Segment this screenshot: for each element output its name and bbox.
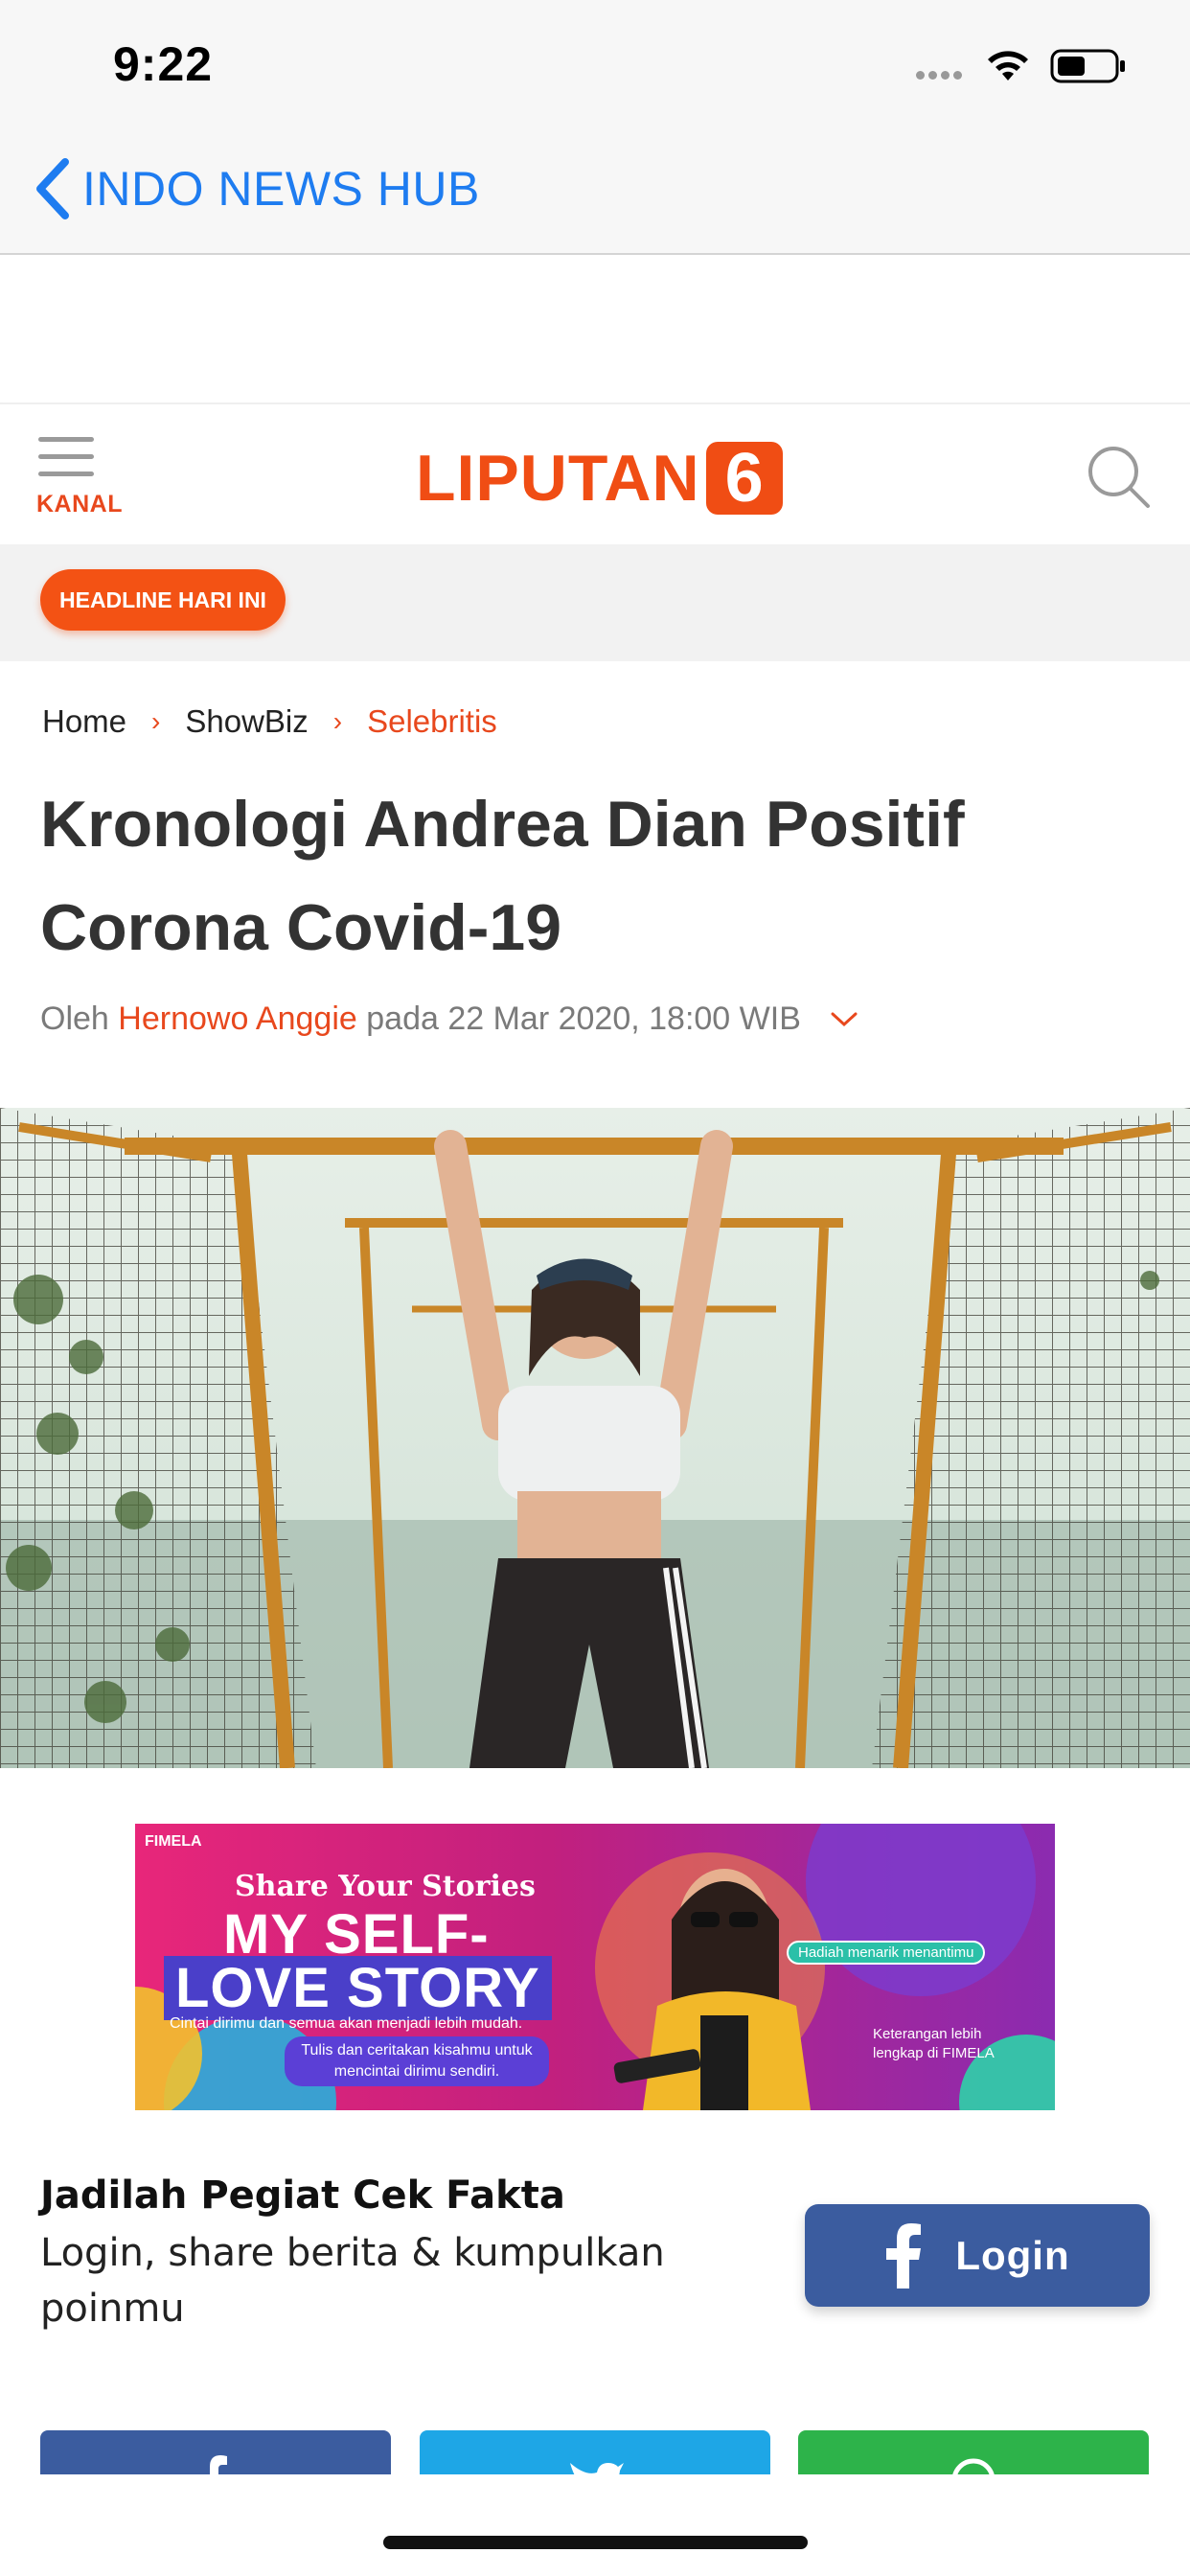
- author-link[interactable]: Hernowo Anggie: [118, 1000, 357, 1038]
- home-indicator: [383, 2536, 808, 2549]
- ad-banner[interactable]: FIMELA Share Your Stories MY SELF- LOVE …: [135, 1824, 1055, 2110]
- facebook-icon: [886, 2222, 922, 2288]
- headline-today-button[interactable]: HEADLINE HARI INI: [40, 569, 286, 631]
- breadcrumb-selebritis[interactable]: Selebritis: [367, 703, 497, 740]
- logo-number: 6: [705, 440, 783, 517]
- liputan6-logo[interactable]: LIPUTAN 6: [416, 440, 783, 517]
- ad-info: Keterangan lebih lengkap di FIMELA: [873, 2026, 995, 2061]
- chevron-left-icon: [36, 158, 69, 219]
- breadcrumb-separator-icon: ›: [151, 706, 161, 736]
- chevron-down-icon[interactable]: [830, 1010, 858, 1029]
- status-time: 9:22: [113, 37, 214, 91]
- breadcrumb-showbiz[interactable]: ShowBiz: [185, 703, 308, 740]
- wifi-icon: [988, 51, 1028, 80]
- logo-text: LIPUTAN: [416, 442, 700, 515]
- breadcrumb: Home › ShowBiz › Selebritis: [42, 703, 497, 740]
- kanal-menu-button[interactable]: KANAL: [36, 433, 132, 519]
- back-label: INDO NEWS HUB: [82, 162, 480, 216]
- breadcrumb-separator-icon: ›: [332, 706, 343, 736]
- kanal-label: KANAL: [36, 491, 123, 518]
- hamburger-icon-line: [38, 472, 94, 476]
- cellular-signal-icon: [916, 67, 966, 84]
- byline-prefix: Oleh: [40, 1000, 109, 1037]
- search-icon[interactable]: [1085, 443, 1152, 510]
- ad-title-line2: LOVE STORY: [164, 1956, 552, 2020]
- breadcrumb-home[interactable]: Home: [42, 703, 126, 740]
- ad-cta: Tulis dan ceritakan kisahmu untuk mencin…: [285, 2036, 549, 2086]
- battery-icon: [1050, 49, 1125, 83]
- cek-fakta-title: Jadilah Pegiat Cek Fakta: [40, 2174, 565, 2218]
- article-title: Kronologi Andrea Dian Positif Corona Cov…: [40, 788, 965, 964]
- login-label: Login: [955, 2232, 1070, 2278]
- ad-badge: Hadiah menarik menantimu: [787, 1941, 986, 1965]
- hamburger-icon: [38, 437, 94, 442]
- facebook-login-button[interactable]: Login: [805, 2204, 1150, 2307]
- ad-pretitle: Share Your Stories: [235, 1870, 536, 1903]
- whatsapp-icon: [952, 2458, 995, 2474]
- share-twitter-button[interactable]: [420, 2430, 770, 2474]
- back-button[interactable]: INDO NEWS HUB: [34, 155, 480, 222]
- hamburger-icon-line: [38, 454, 94, 459]
- article-hero-image[interactable]: [0, 1108, 1190, 1768]
- ad-brand-logo: FIMELA: [145, 1833, 202, 1850]
- article-byline: Oleh Hernowo Anggie pada 22 Mar 2020, 18…: [40, 1000, 858, 1038]
- article-date: pada 22 Mar 2020, 18:00 WIB: [366, 1000, 801, 1037]
- share-facebook-button[interactable]: [40, 2430, 391, 2474]
- cek-fakta-description: Login, share berita & kumpulkan poinmu: [40, 2231, 665, 2331]
- facebook-icon: [202, 2455, 227, 2474]
- ad-description: Cintai dirimu dan semua akan menjadi leb…: [170, 2015, 523, 2032]
- share-whatsapp-button[interactable]: [798, 2430, 1149, 2474]
- twitter-icon: [570, 2463, 624, 2474]
